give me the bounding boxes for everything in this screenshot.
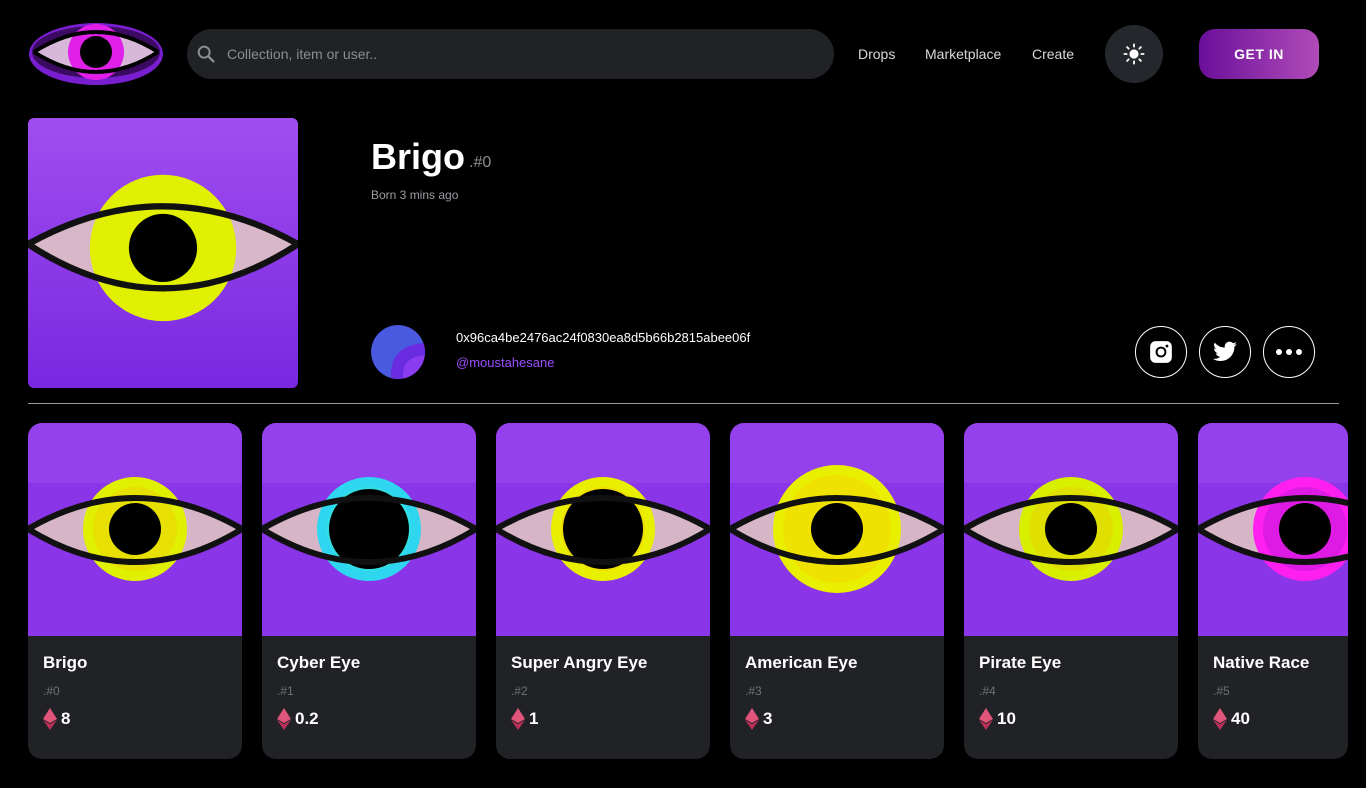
eth-icon [979, 708, 993, 730]
nft-card-price: 0.2 [277, 708, 319, 730]
sun-icon [1123, 43, 1145, 65]
eth-icon [511, 708, 525, 730]
nft-card-price: 8 [43, 708, 70, 730]
nft-card-title: American Eye [745, 653, 858, 672]
nft-card-title: Pirate Eye [979, 653, 1062, 672]
nft-card-image [964, 423, 1178, 636]
nft-card-image [730, 423, 944, 636]
theme-toggle-button[interactable] [1105, 25, 1163, 83]
eth-icon [1213, 708, 1227, 730]
nft-image [28, 118, 298, 388]
nft-card-image [1198, 423, 1348, 636]
nft-card-image [496, 423, 710, 636]
search-input[interactable] [225, 45, 789, 63]
nft-card-id: .#0 [43, 684, 60, 698]
nft-card-title: Native Race [1213, 653, 1310, 672]
twitter-icon [1213, 341, 1237, 361]
twitter-button[interactable] [1199, 326, 1251, 378]
nft-card-title: Super Angry Eye [511, 653, 648, 672]
nft-id: .#0 [469, 154, 492, 171]
nft-card-image [262, 423, 476, 636]
nft-card-price: 40 [1213, 708, 1250, 730]
nft-card[interactable]: Brigo .#0 8 [28, 423, 242, 759]
nft-card-id: .#4 [979, 684, 996, 698]
nft-card-price: 10 [979, 708, 1016, 730]
nft-card-price-value: 8 [61, 709, 71, 728]
nft-card[interactable]: Pirate Eye .#4 10 [964, 423, 1178, 759]
nft-card[interactable]: Cyber Eye .#1 0.2 [262, 423, 476, 759]
nft-card-image [28, 423, 242, 636]
nft-card-id: .#5 [1213, 684, 1230, 698]
nav-drops[interactable]: Drops [858, 46, 895, 62]
divider [28, 403, 1339, 404]
nav-marketplace[interactable]: Marketplace [925, 46, 1001, 62]
nft-card-price-value: 3 [763, 709, 773, 728]
owner-address[interactable]: 0x96ca4be2476ac24f0830ea8d5b66b2815abee0… [456, 330, 750, 345]
nav-create[interactable]: Create [1032, 46, 1074, 62]
more-options-button[interactable] [1263, 326, 1315, 378]
search-icon [197, 45, 215, 63]
nft-card-price-value: 40 [1231, 709, 1250, 728]
search-bar[interactable] [187, 29, 834, 79]
born-time: Born 3 mins ago [371, 188, 459, 202]
instagram-button[interactable] [1135, 326, 1187, 378]
nft-card-id: .#2 [511, 684, 528, 698]
eth-icon [745, 708, 759, 730]
nft-card-id: .#3 [745, 684, 762, 698]
owner-handle[interactable]: @moustahesane [456, 355, 554, 370]
get-in-button[interactable]: GET IN [1199, 29, 1319, 79]
nft-name: Brigo [371, 136, 465, 177]
nft-card-id: .#1 [277, 684, 294, 698]
nft-card-price-value: 10 [997, 709, 1016, 728]
nft-card[interactable]: Native Race .#5 40 [1198, 423, 1348, 759]
nft-card[interactable]: Super Angry Eye .#2 1 [496, 423, 710, 759]
nft-card-price-value: 1 [529, 709, 539, 728]
eth-icon [43, 708, 57, 730]
eth-icon [277, 708, 291, 730]
logo[interactable] [28, 18, 166, 88]
nft-card-price-value: 0.2 [295, 709, 319, 728]
nft-card-price: 3 [745, 708, 772, 730]
nft-card-title: Brigo [43, 653, 88, 672]
instagram-icon [1150, 341, 1172, 363]
nft-card-price: 1 [511, 708, 538, 730]
nft-card[interactable]: American Eye .#3 3 [730, 423, 944, 759]
nft-card-title: Cyber Eye [277, 653, 361, 672]
more-icon [1276, 349, 1302, 355]
avatar[interactable] [371, 325, 425, 379]
